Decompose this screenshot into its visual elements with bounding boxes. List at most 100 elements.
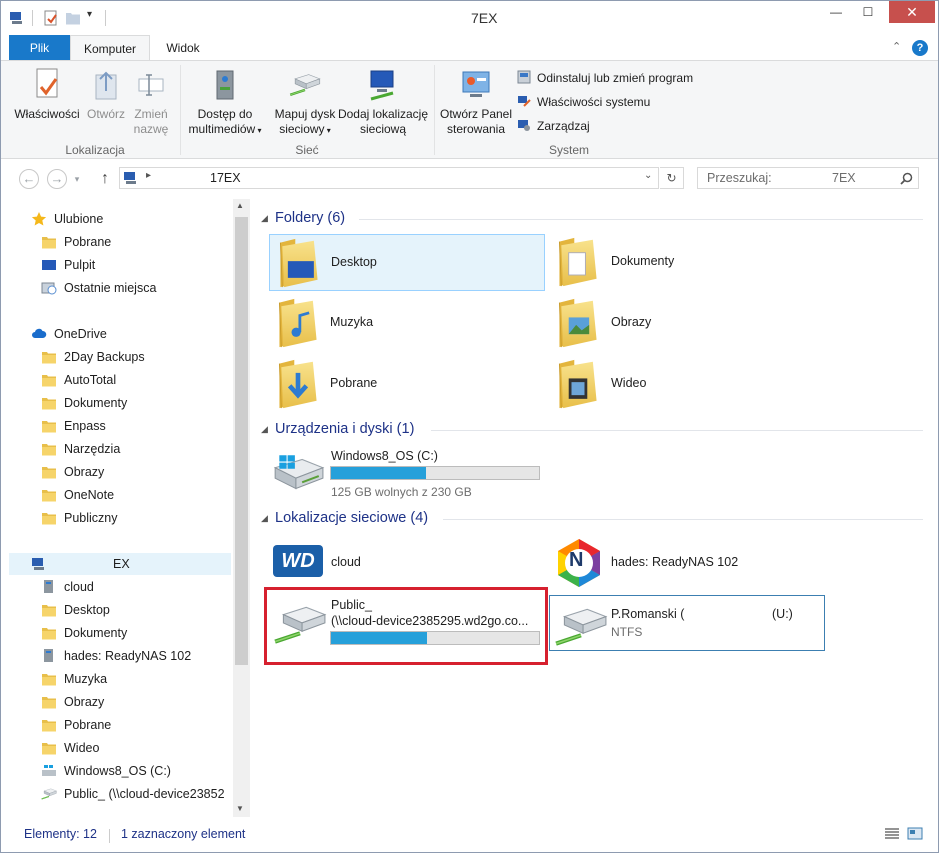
nav-item-label: Obrazy (64, 465, 105, 479)
collapse-chevron-icon[interactable]: ◢ (261, 513, 268, 524)
drive-tile-c[interactable]: Windows8_OS (C:) 125 GB wolnych z 230 GB (269, 445, 545, 501)
scroll-down-icon[interactable]: ▼ (236, 804, 244, 813)
ribbon-separator (434, 65, 435, 155)
drive-usage-bar (330, 466, 540, 480)
tab-view[interactable]: Widok (153, 35, 213, 61)
properties-icon (36, 68, 58, 98)
network-label-line1: Public_ (331, 598, 372, 612)
nav-item-label: cloud (64, 580, 94, 594)
star-icon (31, 212, 47, 226)
add-network-location-icon (370, 70, 394, 101)
customize-toolbar-chevron-icon[interactable]: ▾ (87, 9, 92, 20)
rename-button[interactable]: Zmień nazwę (128, 67, 174, 137)
nav-scrollbar[interactable]: ▲ ▼ (233, 199, 250, 817)
folder-tile-music[interactable]: Muzyka (269, 295, 545, 352)
open-button[interactable]: Otwórz (85, 67, 127, 122)
scroll-up-icon[interactable]: ▲ (236, 201, 244, 210)
section-divider (443, 519, 923, 520)
properties-icon[interactable] (43, 10, 59, 26)
window-title: 7EX (471, 10, 498, 26)
back-button[interactable]: ← (19, 169, 39, 189)
uninstall-label: Odinstaluj lub zmień program (537, 71, 694, 85)
nav-item-label: AutoTotal (64, 373, 117, 387)
computer-icon (124, 172, 136, 184)
nav-item-label: Pobrane (64, 235, 112, 249)
help-icon[interactable]: ? (912, 40, 928, 56)
address-bar[interactable]: ▸ 17EX ⌄ (119, 167, 659, 189)
nav-this-computer[interactable]: EX (9, 553, 231, 575)
drive-name: Windows8_OS (C:) (331, 449, 438, 463)
folder-label: Muzyka (330, 315, 374, 329)
folder-tile-desktop[interactable]: Desktop (269, 234, 545, 291)
network-drive-letter: (U:) (772, 607, 793, 621)
minimize-button[interactable]: — (821, 1, 851, 23)
folder-tile-downloads[interactable]: Pobrane (269, 356, 545, 413)
tab-computer[interactable]: Komputer (70, 35, 150, 61)
network-tile-promanski[interactable]: P.Romanski ( (U:) NTFS (549, 595, 825, 651)
access-media-button[interactable]: Dostęp do multimediów ▾ (183, 67, 267, 138)
nav-item-label: OneNote (64, 488, 115, 502)
network-drive-icon (44, 649, 53, 662)
address-dropdown-chevron-icon[interactable]: ⌄ (644, 170, 652, 181)
section-folders[interactable]: Foldery (6) (275, 210, 345, 226)
wd-logo-icon: WD (273, 545, 323, 577)
ribbon-expand-chevron-icon[interactable]: ⌃ (892, 40, 901, 53)
open-control-panel-button[interactable]: Otwórz Panel sterowania (439, 67, 513, 137)
computer-icon (32, 558, 44, 570)
manage-icon (518, 120, 530, 131)
refresh-button[interactable]: ↻ (660, 167, 684, 189)
new-folder-icon[interactable] (65, 10, 81, 26)
computer-icon[interactable] (9, 10, 25, 26)
recent-places-icon (41, 282, 57, 295)
nav-computer-label: EX (113, 557, 130, 571)
folder-tile-documents[interactable]: Dokumenty (549, 234, 825, 291)
breadcrumb-chevron-icon[interactable]: ▸ (146, 170, 151, 181)
nav-item-label: Public_ (\\cloud-device23852 (64, 787, 225, 801)
tiles-view-icon[interactable] (907, 826, 923, 842)
nav-scrollbar-thumb[interactable] (235, 217, 248, 665)
close-button[interactable]: ✕ (889, 1, 935, 23)
qa-divider (105, 10, 106, 26)
status-divider (109, 829, 110, 843)
add-network-location-button[interactable]: Dodaj lokalizację sieciową (337, 67, 429, 137)
breadcrumb-path[interactable]: 17EX (210, 171, 241, 185)
up-button[interactable]: ↑ (95, 169, 115, 189)
collapse-chevron-icon[interactable]: ◢ (261, 213, 268, 224)
network-tile-public[interactable]: Public_ (\\cloud-device2385295.wd2go.co.… (269, 594, 545, 652)
drive-usage-fill (331, 467, 427, 479)
nav-item-label: Pobrane (64, 718, 112, 732)
map-drive-label-1: Mapuj dysk (274, 107, 336, 121)
mapped-network-drive-icon (273, 604, 327, 646)
downloads-folder-icon (41, 234, 57, 250)
folder-icon (41, 349, 57, 365)
network-label-line2: (\\cloud-device2385295.wd2go.co... (331, 614, 529, 628)
collapse-chevron-icon[interactable]: ◢ (261, 424, 268, 435)
folder-tile-videos[interactable]: Wideo (549, 356, 825, 413)
section-devices[interactable]: Urządzenia i dyski (1) (275, 421, 414, 437)
videos-folder-icon (555, 358, 601, 410)
tab-file[interactable]: Plik (9, 35, 70, 61)
network-tile-hades[interactable]: N hades: ReadyNAS 102 (549, 535, 825, 589)
programs-icon (517, 70, 531, 84)
network-tile-cloud[interactable]: WD cloud (269, 535, 545, 589)
pictures-folder-icon (555, 297, 601, 349)
maximize-button[interactable]: ☐ (853, 1, 883, 23)
details-view-icon[interactable] (884, 826, 900, 842)
recent-locations-chevron-icon[interactable]: ▾ (71, 169, 83, 189)
folder-tile-pictures[interactable]: Obrazy (549, 295, 825, 352)
map-network-drive-button[interactable]: Mapuj dysk sieciowy ▾ (271, 67, 339, 138)
status-bar: Elementy: 12 1 zaznaczony element (1, 819, 938, 852)
search-icon[interactable] (900, 172, 913, 185)
folder-label: Pobrane (330, 376, 378, 390)
properties-button[interactable]: Właściwości (9, 67, 85, 122)
network-filesystem: NTFS (611, 625, 643, 639)
music-folder-icon (41, 671, 57, 687)
public-drive-usage-bar (330, 631, 540, 645)
open-icon (95, 71, 117, 100)
search-box[interactable]: Przeszukaj: 7EX (697, 167, 919, 189)
group-label-system: System (548, 143, 589, 157)
folder-icon (41, 395, 57, 411)
section-network[interactable]: Lokalizacje sieciowe (4) (275, 510, 428, 526)
forward-button[interactable]: → (47, 169, 67, 189)
public-drive-usage-fill (331, 632, 427, 644)
